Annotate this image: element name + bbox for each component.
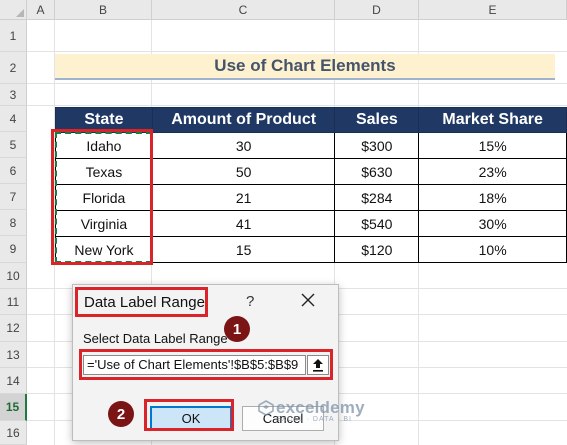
row-header-8[interactable]: 8	[0, 210, 27, 236]
row-header-13[interactable]: 13	[0, 342, 27, 368]
row-header-7[interactable]: 7	[0, 184, 27, 210]
select-all-corner[interactable]	[0, 0, 27, 20]
cell-market-share[interactable]: 30%	[418, 210, 567, 237]
column-header-b[interactable]: B	[55, 0, 152, 20]
cell-amount[interactable]: 21	[151, 184, 336, 211]
row-header-3[interactable]: 3	[0, 84, 27, 106]
row-header-11[interactable]: 11	[0, 289, 27, 315]
row-header-5[interactable]: 5	[0, 132, 27, 158]
watermark: exceldemy EXCEL · DATA · BI	[258, 398, 365, 423]
gridline	[27, 83, 567, 84]
highlight-box-state-range	[51, 129, 153, 265]
row-header-4[interactable]: 4	[0, 106, 27, 132]
highlight-box-range-input	[79, 349, 333, 380]
cell-market-share[interactable]: 23%	[418, 158, 567, 185]
step-badge-2: 2	[108, 401, 134, 427]
row-header-15[interactable]: 15	[0, 394, 27, 421]
row-header-6[interactable]: 6	[0, 158, 27, 184]
highlight-box-ok-button	[144, 399, 234, 431]
close-icon[interactable]	[299, 291, 317, 309]
help-icon[interactable]: ?	[246, 293, 254, 310]
cell-sales[interactable]: $630	[334, 158, 420, 185]
cell-market-share[interactable]: 10%	[418, 236, 567, 263]
cell-sales[interactable]: $284	[334, 184, 420, 211]
spreadsheet: A B C D E 1 2 3 4 5 6 7 8 9 10 11 12 13 …	[0, 0, 567, 445]
row-header-9[interactable]: 9	[0, 236, 27, 263]
column-header-d[interactable]: D	[335, 0, 419, 20]
watermark-logo-icon	[258, 400, 274, 416]
cell-amount[interactable]: 30	[151, 132, 336, 159]
cell-amount[interactable]: 15	[151, 236, 336, 263]
row-header-2[interactable]: 2	[0, 52, 27, 84]
header-sales[interactable]: Sales	[334, 107, 420, 133]
step-badge-1: 1	[224, 316, 250, 342]
watermark-tagline: EXCEL · DATA · BI	[276, 416, 352, 423]
cell-market-share[interactable]: 15%	[418, 132, 567, 159]
cell-amount[interactable]: 50	[151, 158, 336, 185]
header-amount-of-product[interactable]: Amount of Product	[151, 107, 336, 133]
gridline	[27, 105, 567, 106]
row-header-14[interactable]: 14	[0, 368, 27, 394]
cell-sales[interactable]: $120	[334, 236, 420, 263]
watermark-name: exceldemy	[276, 398, 365, 417]
cell-amount[interactable]: 41	[151, 210, 336, 237]
select-range-label: Select Data Label Range	[83, 331, 228, 346]
cell-sales[interactable]: $540	[334, 210, 420, 237]
column-header-c[interactable]: C	[152, 0, 335, 20]
row-header-1[interactable]: 1	[0, 20, 27, 52]
sheet-title[interactable]: Use of Chart Elements	[55, 54, 555, 80]
column-header-e[interactable]: E	[419, 0, 567, 20]
row-header-12[interactable]: 12	[0, 315, 27, 342]
row-header-16[interactable]: 16	[0, 421, 27, 445]
row-header-10[interactable]: 10	[0, 263, 27, 289]
cell-sales[interactable]: $300	[334, 132, 420, 159]
highlight-box-dialog-title	[75, 287, 208, 317]
header-market-share[interactable]: Market Share	[418, 107, 567, 133]
gridline	[27, 51, 567, 52]
cell-market-share[interactable]: 18%	[418, 184, 567, 211]
column-header-a[interactable]: A	[27, 0, 55, 20]
